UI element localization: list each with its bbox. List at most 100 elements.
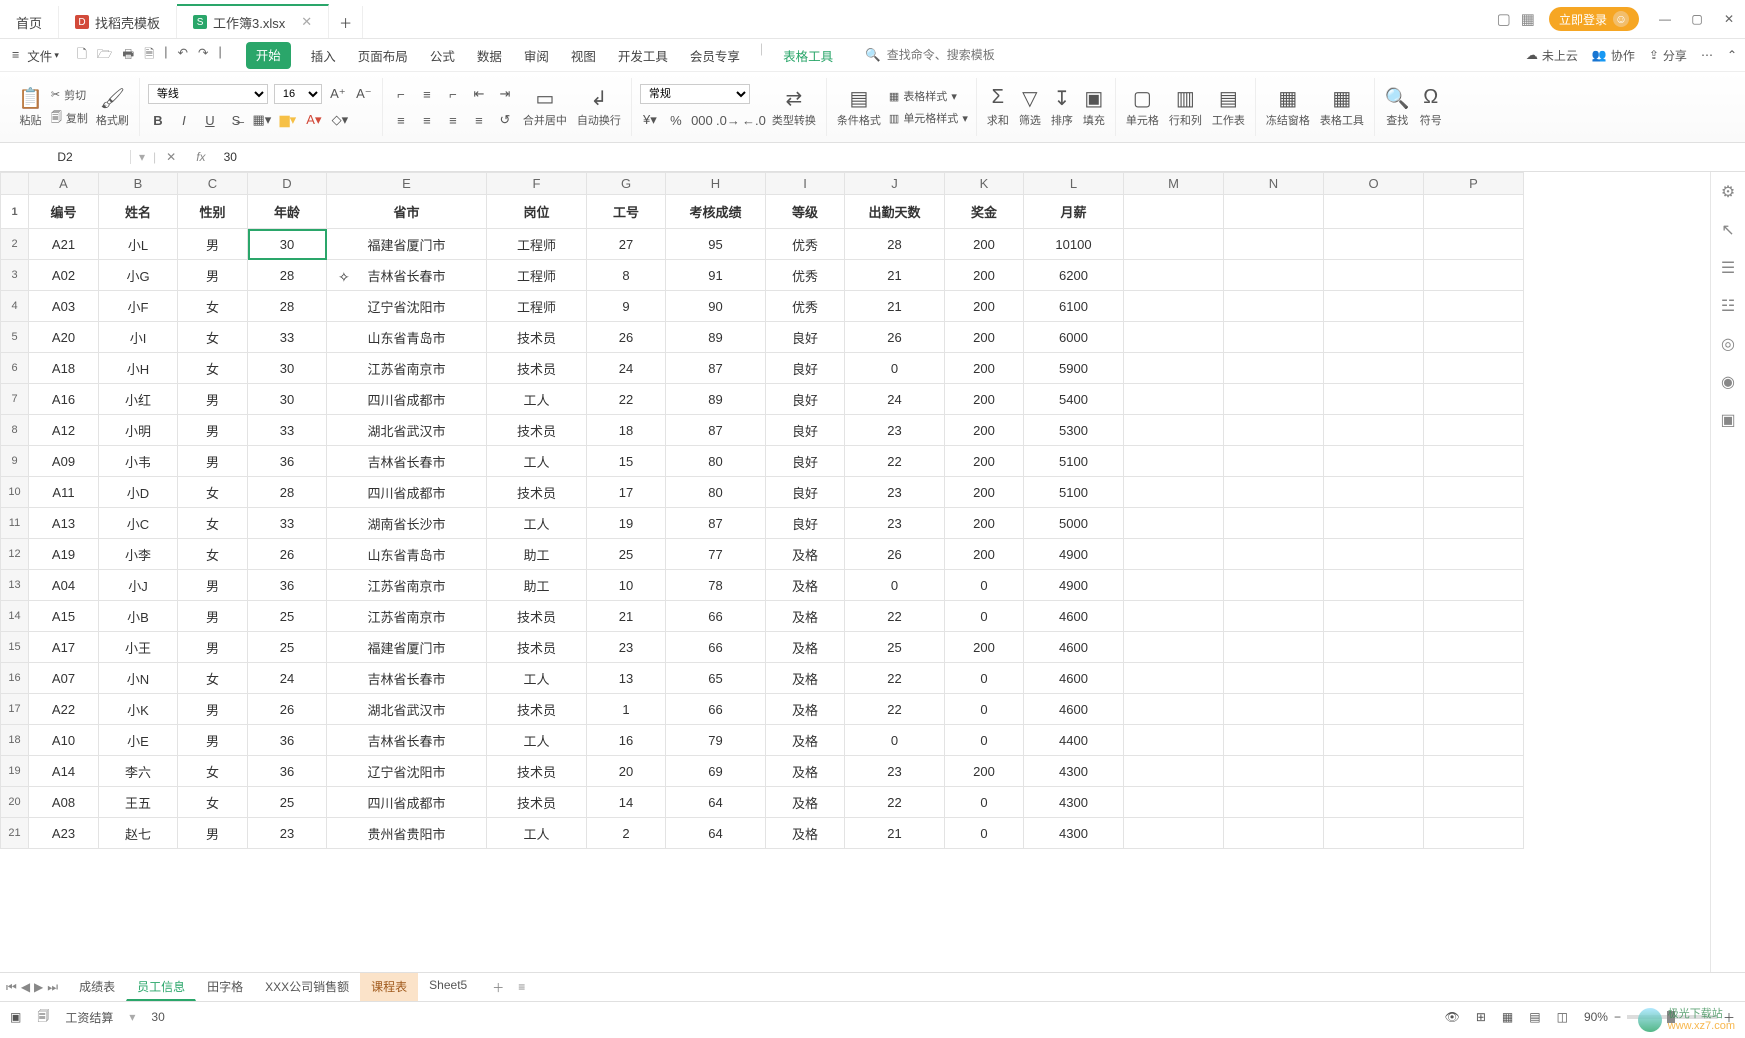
cell[interactable]: 22	[845, 446, 945, 477]
cell[interactable]: 男	[178, 725, 248, 756]
cell[interactable]: A12	[29, 415, 99, 446]
cell[interactable]	[1124, 260, 1224, 291]
row-header[interactable]: 1	[1, 195, 29, 229]
row-header[interactable]: 10	[1, 477, 29, 508]
select-all-corner[interactable]	[1, 173, 29, 195]
cell[interactable]: 15	[587, 446, 666, 477]
cell[interactable]: 200	[945, 415, 1024, 446]
cell[interactable]: A07	[29, 663, 99, 694]
cell[interactable]	[1224, 384, 1324, 415]
cell[interactable]	[1224, 322, 1324, 353]
cell[interactable]: 工人	[487, 384, 587, 415]
cell[interactable]: 山东省青岛市	[327, 322, 487, 353]
sort-button[interactable]: ↧排序	[1049, 86, 1075, 128]
cell[interactable]: 4600	[1024, 632, 1124, 663]
cell[interactable]: 江苏省南京市	[327, 601, 487, 632]
cell[interactable]: 小红	[99, 384, 178, 415]
cell[interactable]: 小明	[99, 415, 178, 446]
cell[interactable]: 及格	[766, 539, 845, 570]
cell[interactable]: 21	[845, 260, 945, 291]
paste-button[interactable]: 📋 粘贴	[16, 86, 45, 128]
col-header[interactable]: B	[99, 173, 178, 195]
status-sheet-icon[interactable]: 🗐	[37, 1007, 49, 1028]
cell[interactable]: 及格	[766, 570, 845, 601]
cell[interactable]: 男	[178, 415, 248, 446]
row-header[interactable]: 14	[1, 601, 29, 632]
cell[interactable]: 17	[587, 477, 666, 508]
cell[interactable]	[1124, 818, 1224, 849]
cell[interactable]: 男	[178, 446, 248, 477]
align-bottom-icon[interactable]: ⌐	[443, 84, 463, 104]
cell[interactable]: 技术员	[487, 353, 587, 384]
search-input[interactable]	[885, 47, 1009, 63]
cell[interactable]	[1124, 632, 1224, 663]
tab-data[interactable]: 数据	[475, 42, 504, 69]
collab-button[interactable]: 👥 协作	[1592, 47, 1635, 64]
cell[interactable]	[1324, 756, 1424, 787]
row-header[interactable]: 5	[1, 322, 29, 353]
cell[interactable]: 24	[587, 353, 666, 384]
cell[interactable]: 200	[945, 384, 1024, 415]
sheet-last-icon[interactable]: ⏭	[47, 980, 58, 995]
layout-icon[interactable]: ▢	[1497, 10, 1511, 28]
cell[interactable]: 4300	[1024, 818, 1124, 849]
cell[interactable]: 24	[248, 663, 327, 694]
sheet-tab[interactable]: Sheet5	[418, 973, 478, 1001]
cell[interactable]: 28	[248, 291, 327, 322]
close-button[interactable]: ✕	[1721, 12, 1737, 26]
cell[interactable]: 小E	[99, 725, 178, 756]
cell[interactable]	[1424, 322, 1524, 353]
fx-icon[interactable]: fx	[186, 150, 215, 164]
cell[interactable]: 良好	[766, 477, 845, 508]
number-format-select[interactable]: 常规	[640, 84, 750, 104]
row-header[interactable]: 13	[1, 570, 29, 601]
cell[interactable]: 26	[248, 694, 327, 725]
header-cell[interactable]: 工号	[587, 195, 666, 229]
cell[interactable]: A19	[29, 539, 99, 570]
cell[interactable]	[1224, 756, 1324, 787]
cell[interactable]	[1224, 508, 1324, 539]
cell[interactable]	[1324, 632, 1424, 663]
cell[interactable]: 28	[248, 260, 327, 291]
cell[interactable]: 贵州省贵阳市	[327, 818, 487, 849]
cell[interactable]: 22	[587, 384, 666, 415]
undo-icon[interactable]: ↶	[178, 45, 188, 66]
cell[interactable]	[1224, 818, 1324, 849]
col-header[interactable]: A	[29, 173, 99, 195]
cloud-status[interactable]: ☁ 未上云	[1526, 47, 1578, 64]
cell[interactable]	[1324, 570, 1424, 601]
cell[interactable]: 江苏省南京市	[327, 570, 487, 601]
cell[interactable]: 87	[666, 508, 766, 539]
cell[interactable]	[1124, 725, 1224, 756]
cell[interactable]: A03	[29, 291, 99, 322]
cell[interactable]	[1324, 601, 1424, 632]
cell[interactable]	[1124, 570, 1224, 601]
cell[interactable]: 22	[845, 787, 945, 818]
col-header[interactable]: M	[1124, 173, 1224, 195]
cell[interactable]: 26	[587, 322, 666, 353]
cell[interactable]: 24	[845, 384, 945, 415]
cell[interactable]: 0	[845, 725, 945, 756]
cell[interactable]: 小韦	[99, 446, 178, 477]
tab-vip[interactable]: 会员专享	[688, 42, 742, 69]
cell[interactable]	[1224, 694, 1324, 725]
cell[interactable]: 男	[178, 260, 248, 291]
cell[interactable]	[1424, 818, 1524, 849]
cell[interactable]	[1324, 322, 1424, 353]
share-button[interactable]: ⇪ 分享	[1649, 47, 1687, 64]
font-color-button[interactable]: A▾	[304, 110, 324, 130]
cell[interactable]	[1324, 508, 1424, 539]
cell[interactable]: 200	[945, 446, 1024, 477]
cell[interactable]: 69	[666, 756, 766, 787]
cell[interactable]: 女	[178, 756, 248, 787]
cell[interactable]: 小C	[99, 508, 178, 539]
col-header[interactable]: C	[178, 173, 248, 195]
col-header[interactable]: I	[766, 173, 845, 195]
cell[interactable]: 33	[248, 322, 327, 353]
cell[interactable]: A02	[29, 260, 99, 291]
cell[interactable]: 女	[178, 508, 248, 539]
cell[interactable]: 36	[248, 725, 327, 756]
font-name-select[interactable]: 等线	[148, 84, 268, 104]
freeze-button[interactable]: ▦冻结窗格	[1264, 86, 1312, 128]
cell[interactable]	[1124, 229, 1224, 260]
